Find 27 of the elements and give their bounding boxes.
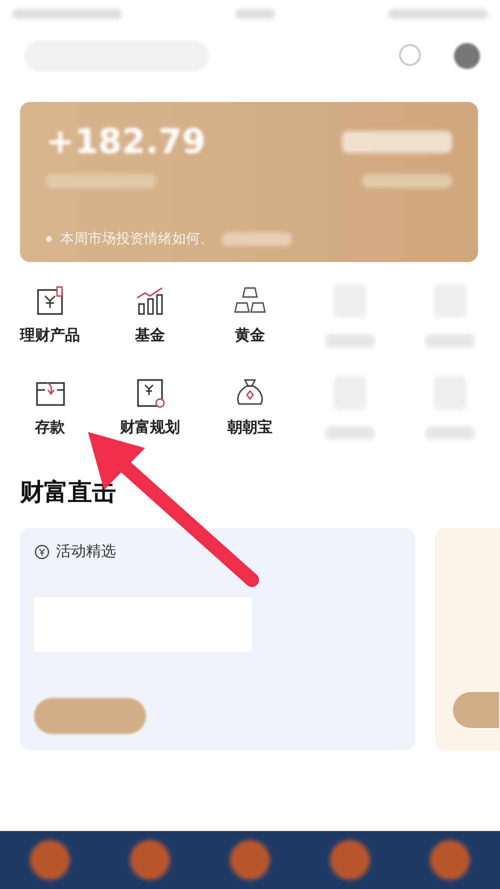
menu-item[interactable]: 基金: [135, 326, 165, 345]
nav-item[interactable]: [30, 840, 70, 880]
menu-item[interactable]: 朝朝宝: [228, 418, 272, 437]
card-title: 活动精选: [56, 542, 116, 561]
income-amount: +182.79: [46, 122, 206, 162]
activity-card[interactable]: 活动精选: [20, 528, 415, 750]
nav-item[interactable]: [130, 840, 170, 880]
blurred-label[interactable]: [425, 334, 475, 348]
bullet-dot: [46, 236, 52, 242]
status-bar-blur: [235, 9, 275, 19]
menu-item[interactable]: 存款: [35, 418, 65, 437]
notice-text: 本周市场投资情绪如何、: [60, 230, 214, 248]
blurred-label[interactable]: [325, 334, 375, 348]
yen-coin-icon: [34, 544, 50, 560]
menu-item[interactable]: 财富规划: [120, 418, 180, 437]
nav-item[interactable]: [230, 840, 270, 880]
blurred-label[interactable]: [425, 426, 475, 440]
side-card[interactable]: [435, 528, 500, 750]
action-button[interactable]: [34, 698, 146, 734]
action-button[interactable]: [453, 692, 499, 728]
menu-item[interactable]: 理财产品: [20, 326, 80, 345]
avatar[interactable]: [454, 43, 480, 69]
menu-item[interactable]: 黄金: [235, 326, 265, 345]
nav-item[interactable]: [430, 840, 470, 880]
nav-item[interactable]: [330, 840, 370, 880]
blurred-label[interactable]: [325, 426, 375, 440]
blurred-tag: [222, 232, 292, 246]
